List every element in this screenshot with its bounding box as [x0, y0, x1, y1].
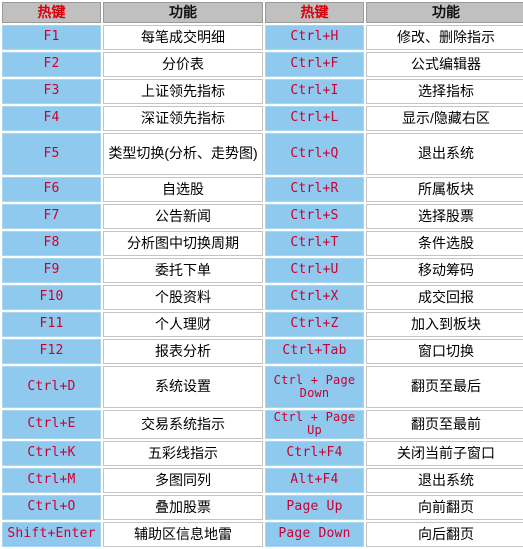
- table-row: F12 报表分析 Ctrl+Tab 窗口切换: [2, 339, 523, 364]
- function-cell: 窗口切换: [366, 339, 523, 364]
- function-cell: 翻页至最前: [366, 410, 523, 439]
- hotkey-cell: Alt+F4: [265, 467, 364, 493]
- header-function-left: 功能: [103, 2, 263, 23]
- hotkey-cell: Ctrl+F: [265, 52, 364, 77]
- hotkey-cell: Ctrl+L: [265, 106, 364, 131]
- table-row: F2 分价表 Ctrl+F 公式编辑器: [2, 52, 523, 77]
- function-cell: 加入到板块: [366, 312, 523, 337]
- hotkey-cell: Ctrl+U: [265, 258, 364, 283]
- hotkey-cell: F10: [2, 285, 101, 310]
- function-cell: 辅助区信息地雷: [103, 521, 263, 547]
- function-cell: 委托下单: [103, 258, 263, 283]
- function-cell: 显示/隐藏右区: [366, 106, 523, 131]
- table-row: Ctrl+K 五彩线指示 Ctrl+F4 关闭当前子窗口: [2, 440, 523, 466]
- table-row: F5 类型切换(分析、走势图) Ctrl+Q 退出系统: [2, 133, 523, 175]
- function-cell: 成交回报: [366, 285, 523, 310]
- table-row: Ctrl+E 交易系统指示 Ctrl + Page Up 翻页至最前: [2, 410, 523, 439]
- hotkey-cell: Page Up: [265, 494, 364, 520]
- table-row: Ctrl+M 多图同列 Alt+F4 退出系统: [2, 467, 523, 493]
- table-row: F8 分析图中切换周期 Ctrl+T 条件选股: [2, 231, 523, 256]
- hotkey-cell: Ctrl+E: [2, 410, 101, 439]
- function-cell: 五彩线指示: [103, 440, 263, 466]
- hotkey-cell: Ctrl + Page Down: [265, 366, 364, 408]
- table-row: F7 公告新闻 Ctrl+S 选择股票: [2, 204, 523, 229]
- function-cell: 向前翻页: [366, 494, 523, 520]
- hotkey-cell: Ctrl+D: [2, 366, 101, 408]
- function-cell: 分析图中切换周期: [103, 231, 263, 256]
- function-cell: 每笔成交明细: [103, 25, 263, 50]
- hotkey-cell: Ctrl+T: [265, 231, 364, 256]
- table-row: F4 深证领先指标 Ctrl+L 显示/隐藏右区: [2, 106, 523, 131]
- table-body: F1 每笔成交明细 Ctrl+H 修改、删除指示 F2 分价表 Ctrl+F 公式编辑器 F3 上…: [2, 25, 523, 547]
- hotkey-cell: F3: [2, 79, 101, 104]
- function-cell: 自选股: [103, 177, 263, 202]
- function-cell: 关闭当前子窗口: [366, 440, 523, 466]
- function-cell: 系统设置: [103, 366, 263, 408]
- header-hotkey-right: 热键: [265, 2, 364, 23]
- hotkey-cell: F9: [2, 258, 101, 283]
- table-row: Ctrl+D 系统设置 Ctrl + Page Down 翻页至最后: [2, 366, 523, 408]
- table-row: F10 个股资料 Ctrl+X 成交回报: [2, 285, 523, 310]
- hotkey-cell: F1: [2, 25, 101, 50]
- table-row: F11 个人理财 Ctrl+Z 加入到板块: [2, 312, 523, 337]
- hotkey-cell: Ctrl+K: [2, 440, 101, 466]
- hotkey-cell: F11: [2, 312, 101, 337]
- function-cell: 选择指标: [366, 79, 523, 104]
- hotkey-cell: F2: [2, 52, 101, 77]
- hotkey-cell: Ctrl + Page Up: [265, 410, 364, 439]
- function-cell: 类型切换(分析、走势图): [103, 133, 263, 175]
- table-row: F9 委托下单 Ctrl+U 移动筹码: [2, 258, 523, 283]
- hotkey-cell: Ctrl+Q: [265, 133, 364, 175]
- function-cell: 个人理财: [103, 312, 263, 337]
- function-cell: 多图同列: [103, 467, 263, 493]
- header-function-right: 功能: [366, 2, 523, 23]
- hotkey-cell: Ctrl+O: [2, 494, 101, 520]
- hotkey-cell: F7: [2, 204, 101, 229]
- function-cell: 报表分析: [103, 339, 263, 364]
- header-row: 热键 功能 热键 功能: [2, 2, 523, 23]
- hotkey-cell: Page Down: [265, 521, 364, 547]
- function-cell: 修改、删除指示: [366, 25, 523, 50]
- table-row: F1 每笔成交明细 Ctrl+H 修改、删除指示: [2, 25, 523, 50]
- function-cell: 分价表: [103, 52, 263, 77]
- function-cell: 公式编辑器: [366, 52, 523, 77]
- hotkey-cell: Ctrl+S: [265, 204, 364, 229]
- function-cell: 公告新闻: [103, 204, 263, 229]
- function-cell: 所属板块: [366, 177, 523, 202]
- hotkey-cell: F8: [2, 231, 101, 256]
- function-cell: 叠加股票: [103, 494, 263, 520]
- function-cell: 向后翻页: [366, 521, 523, 547]
- function-cell: 翻页至最后: [366, 366, 523, 408]
- function-cell: 上证领先指标: [103, 79, 263, 104]
- hotkey-cell: Ctrl+I: [265, 79, 364, 104]
- function-cell: 退出系统: [366, 467, 523, 493]
- hotkey-cell: Ctrl+R: [265, 177, 364, 202]
- hotkey-cell: Ctrl+Z: [265, 312, 364, 337]
- hotkey-cell: Ctrl+Tab: [265, 339, 364, 364]
- shortcut-reference-table: 热键 功能 热键 功能 F1 每笔成交明细 Ctrl+H 修改、删除指示 F2 分价表 Ct…: [0, 0, 523, 549]
- function-cell: 深证领先指标: [103, 106, 263, 131]
- hotkey-cell: F12: [2, 339, 101, 364]
- table-row: Ctrl+O 叠加股票 Page Up 向前翻页: [2, 494, 523, 520]
- table-header: 热键 功能 热键 功能: [2, 2, 523, 23]
- table-row: Shift+Enter 辅助区信息地雷 Page Down 向后翻页: [2, 521, 523, 547]
- header-hotkey-left: 热键: [2, 2, 101, 23]
- hotkey-cell: Ctrl+F4: [265, 440, 364, 466]
- function-cell: 个股资料: [103, 285, 263, 310]
- function-cell: 条件选股: [366, 231, 523, 256]
- hotkey-cell: Shift+Enter: [2, 521, 101, 547]
- hotkey-cell: Ctrl+X: [265, 285, 364, 310]
- table-row: F3 上证领先指标 Ctrl+I 选择指标: [2, 79, 523, 104]
- function-cell: 退出系统: [366, 133, 523, 175]
- hotkey-cell: F4: [2, 106, 101, 131]
- hotkey-cell: F5: [2, 133, 101, 175]
- function-cell: 选择股票: [366, 204, 523, 229]
- table-row: F6 自选股 Ctrl+R 所属板块: [2, 177, 523, 202]
- hotkey-cell: Ctrl+H: [265, 25, 364, 50]
- hotkey-cell: Ctrl+M: [2, 467, 101, 493]
- function-cell: 移动筹码: [366, 258, 523, 283]
- function-cell: 交易系统指示: [103, 410, 263, 439]
- hotkey-cell: F6: [2, 177, 101, 202]
